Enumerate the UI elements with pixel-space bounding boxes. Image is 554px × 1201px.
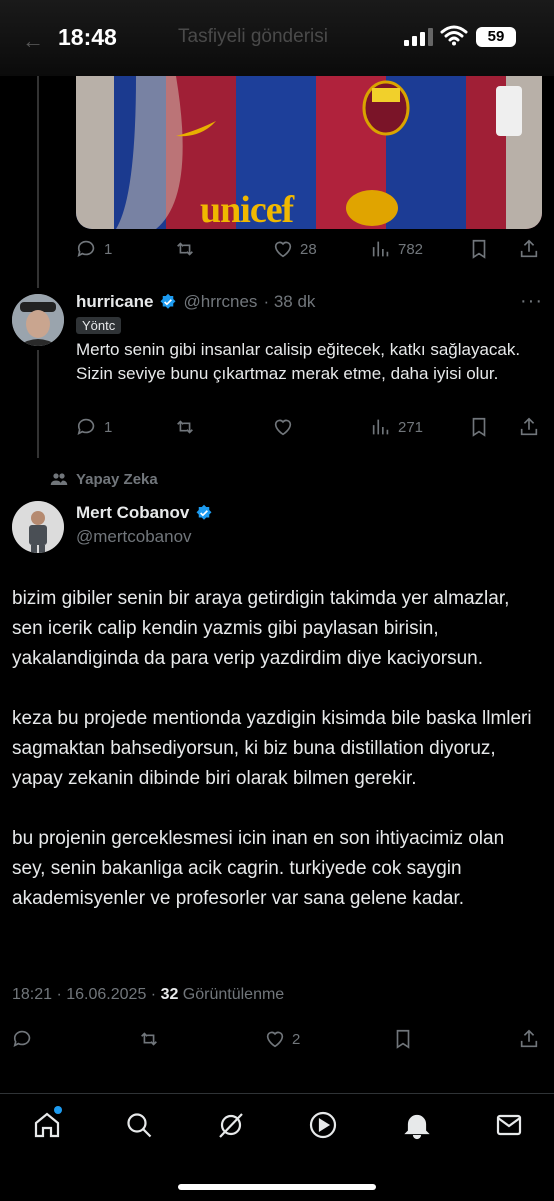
- views-count: 271: [398, 418, 424, 436]
- verified-badge-icon: [196, 504, 212, 520]
- post-timestamp: 18:21 · 16.06.2025 ·: [12, 986, 161, 1003]
- avatar[interactable]: [12, 294, 64, 346]
- author-handle[interactable]: @mertcobanov: [76, 527, 192, 547]
- main-post-action-bar: 2: [0, 1026, 554, 1054]
- verified-badge-icon: [160, 293, 176, 309]
- like-button[interactable]: [272, 416, 294, 438]
- share-button[interactable]: [518, 416, 540, 438]
- like-button[interactable]: 2: [264, 1028, 300, 1050]
- grok-icon[interactable]: [216, 1110, 246, 1140]
- paragraph: bu projenin gerceklesmesi icin inan en s…: [12, 828, 505, 909]
- repost-button[interactable]: [174, 238, 196, 260]
- home-icon[interactable]: [32, 1106, 62, 1140]
- header-title: Tasfiyeli gönderisi: [178, 26, 328, 47]
- notification-dot: [54, 1106, 62, 1114]
- reply-icon: [77, 240, 95, 257]
- bookmark-icon: [396, 1029, 410, 1049]
- heart-icon: [266, 1031, 284, 1048]
- community-context[interactable]: Yapay Zeka: [50, 470, 158, 488]
- repost-button[interactable]: [174, 416, 196, 438]
- more-options-icon[interactable]: ···: [520, 290, 543, 313]
- reply-count: 1: [104, 240, 113, 258]
- share-button[interactable]: [518, 238, 540, 260]
- bookmark-button[interactable]: [468, 238, 490, 260]
- reply-button[interactable]: 1: [76, 238, 112, 260]
- repost-button[interactable]: [138, 1028, 160, 1050]
- main-post-text: bizim gibiler senin bir araya getirdigin…: [12, 584, 532, 914]
- reply-button[interactable]: 1: [76, 416, 112, 438]
- people-icon: [50, 473, 68, 485]
- share-icon: [520, 1029, 538, 1048]
- reply-count: 1: [104, 418, 113, 436]
- views-count: 782: [398, 240, 424, 258]
- reply-action-bar: 1 271: [0, 414, 554, 442]
- reply-button[interactable]: [12, 1028, 34, 1050]
- views-chart-icon: [372, 419, 389, 435]
- author-name[interactable]: Mert Cobanov: [76, 503, 189, 523]
- reply-icon: [77, 418, 95, 435]
- share-button[interactable]: [518, 1028, 540, 1050]
- heart-icon: [274, 241, 292, 258]
- mail-icon[interactable]: [494, 1110, 524, 1140]
- bookmark-button[interactable]: [468, 416, 490, 438]
- like-button[interactable]: 28: [272, 238, 317, 260]
- paragraph: bizim gibiler senin bir araya getirdigin…: [12, 588, 510, 669]
- like-count: 2: [292, 1030, 301, 1048]
- views-button[interactable]: 271: [370, 416, 423, 438]
- post-action-bar: 1 28 782: [0, 236, 554, 264]
- video-icon[interactable]: [308, 1110, 338, 1140]
- status-time: 18:48: [58, 24, 117, 50]
- search-icon[interactable]: [124, 1110, 154, 1140]
- bell-icon[interactable]: [402, 1110, 432, 1140]
- bookmark-button[interactable]: [392, 1028, 414, 1050]
- share-icon: [520, 417, 538, 436]
- home-indicator[interactable]: [178, 1184, 376, 1190]
- post-time: · 38 dk: [263, 292, 316, 311]
- post-meta: 18:21 · 16.06.2025 · 32 Görüntülenme: [12, 986, 284, 1004]
- battery-indicator: 59: [476, 27, 516, 47]
- author-name[interactable]: hurricane: [76, 292, 153, 312]
- media-text-unicef: unicef: [200, 189, 294, 229]
- views-button[interactable]: 782: [370, 238, 423, 260]
- views-count[interactable]: 32: [161, 986, 179, 1003]
- wifi-icon: [440, 25, 468, 46]
- avatar[interactable]: [12, 501, 64, 553]
- like-count: 28: [300, 240, 317, 258]
- bookmark-icon: [472, 417, 486, 437]
- repost-icon: [141, 1032, 157, 1046]
- post-media-image[interactable]: unicef: [76, 76, 542, 229]
- affiliate-label-badge: Yöntc: [76, 317, 122, 334]
- share-icon: [520, 239, 538, 258]
- back-arrow-icon[interactable]: ←: [22, 28, 44, 54]
- reply-icon: [13, 1030, 31, 1047]
- community-name: Yapay Zeka: [76, 470, 158, 488]
- cellular-signal-icon: [404, 28, 433, 46]
- views-chart-icon: [372, 241, 389, 257]
- repost-icon: [177, 242, 193, 256]
- reply-text: Merto senin gibi insanlar calisip eğitec…: [76, 340, 521, 383]
- author-handle[interactable]: @hrrcnes: [183, 292, 257, 312]
- views-label: Görüntülenme: [178, 986, 285, 1003]
- repost-icon: [177, 420, 193, 434]
- main-post-author: Mert Cobanov: [76, 503, 213, 523]
- bookmark-icon: [472, 239, 486, 259]
- paragraph: keza bu projede mentionda yazdigin kisim…: [12, 708, 532, 789]
- reply-header: hurricane @hrrcnes · 38 dk: [76, 292, 315, 312]
- heart-icon: [274, 419, 292, 436]
